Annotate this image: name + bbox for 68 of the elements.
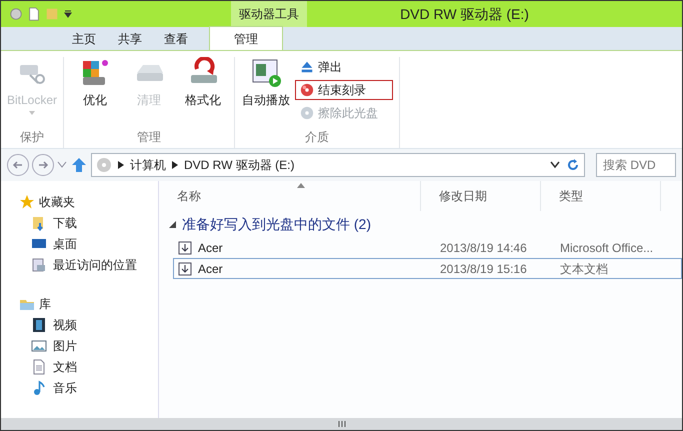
- column-header[interactable]: 类型: [541, 181, 661, 211]
- group-label: 保护: [20, 129, 44, 146]
- file-name: Acer: [198, 240, 223, 256]
- window-title: DVD RW 驱动器 (E:): [399, 4, 530, 24]
- nav-item[interactable]: 收藏夹: [19, 191, 158, 212]
- file-name: Acer: [198, 260, 223, 278]
- picture-icon: [31, 338, 47, 354]
- star-icon: [19, 194, 35, 210]
- address-bar[interactable]: 计算机 DVD RW 驱动器 (E:): [91, 153, 585, 177]
- table-cell-text: 2013/8/19 15:16: [439, 260, 528, 278]
- group-label: 介质: [305, 129, 329, 146]
- group-label: 管理: [137, 129, 161, 146]
- context-tab-header: 驱动器工具: [231, 1, 307, 27]
- nav-item[interactable]: 音乐: [19, 377, 158, 398]
- collapse-icon: [169, 220, 176, 228]
- ribbon-tab[interactable]: 管理: [209, 26, 283, 50]
- document-icon: [31, 358, 47, 374]
- column-header[interactable]: 名称: [159, 181, 421, 211]
- up-arrow-icon[interactable]: [70, 156, 88, 174]
- grip-icon: [338, 421, 346, 427]
- chevron-icon[interactable]: [118, 161, 124, 169]
- caret-icon[interactable]: [57, 161, 67, 169]
- refresh-icon[interactable]: [566, 158, 580, 172]
- group-header[interactable]: 准备好写入到光盘中的文件 (2): [159, 211, 371, 237]
- dropdown-icon[interactable]: [550, 161, 560, 169]
- disc-icon: [300, 106, 314, 120]
- table-cell-text: 文本文档: [559, 260, 609, 278]
- ribbon-button[interactable]: 弹出: [295, 57, 393, 77]
- ribbon-button[interactable]: 结束刻录: [295, 80, 393, 100]
- table-cell-text: 2013/8/19 14:46: [439, 240, 528, 256]
- breadcrumb[interactable]: DVD RW 驱动器 (E:): [184, 156, 294, 174]
- table-cell-text: Microsoft Office...: [559, 240, 654, 256]
- nav-item[interactable]: 图片: [19, 335, 158, 356]
- breadcrumb[interactable]: 计算机: [130, 156, 166, 174]
- file-icon: [178, 262, 192, 276]
- nav-item[interactable]: 桌面: [19, 233, 158, 254]
- nav-item[interactable]: 文档: [19, 356, 158, 377]
- nav-item[interactable]: 最近访问的位置: [19, 254, 158, 275]
- eject-icon: [300, 60, 314, 74]
- music-note-icon: [31, 380, 47, 396]
- sort-arrow-icon: [297, 183, 305, 188]
- forward-button[interactable]: [32, 154, 54, 176]
- search-field[interactable]: 搜索 DVD: [596, 153, 676, 177]
- ribbon-tab[interactable]: 查看: [153, 28, 199, 50]
- file-row[interactable]: Acer 2013/8/19 15:16 文本文档: [173, 258, 682, 279]
- disc-icon: [300, 83, 314, 97]
- back-button[interactable]: [7, 154, 29, 176]
- disc-icon: [96, 157, 112, 173]
- ribbon-tab[interactable]: 共享: [107, 28, 153, 50]
- file-row[interactable]: Acer 2013/8/19 14:46 Microsoft Office...: [173, 237, 682, 258]
- document-icon[interactable]: [27, 7, 41, 21]
- horizontal-scrollbar[interactable]: [1, 418, 682, 430]
- nav-item[interactable]: 库: [19, 293, 158, 314]
- film-icon: [31, 316, 47, 332]
- ribbon-button[interactable]: 优化: [70, 57, 120, 128]
- file-icon: [178, 240, 192, 254]
- column-header[interactable]: 修改日期: [421, 181, 541, 211]
- ribbon-tab[interactable]: 主页: [61, 28, 107, 50]
- chevron-icon[interactable]: [172, 161, 178, 169]
- nav-item[interactable]: 视频: [19, 314, 158, 335]
- back-arrow-icon: [12, 159, 24, 171]
- recent-places-icon: [31, 256, 47, 272]
- forward-arrow-icon: [37, 159, 49, 171]
- ribbon-button[interactable]: 格式化: [178, 57, 228, 128]
- dropdown-icon[interactable]: [63, 9, 73, 19]
- ribbon-button[interactable]: 自动播放: [241, 57, 291, 128]
- autoplay-icon: [250, 57, 282, 89]
- nav-item[interactable]: 下载: [19, 212, 158, 233]
